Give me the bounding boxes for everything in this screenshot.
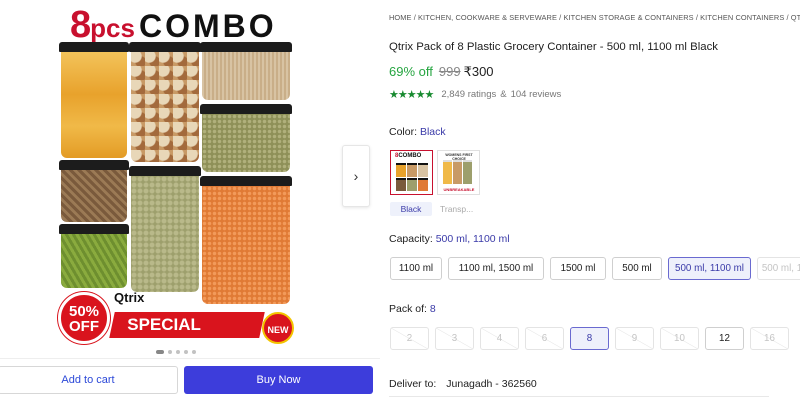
carousel-dot[interactable] <box>168 350 172 354</box>
price-row: 69% off 999 ₹300 <box>389 64 494 80</box>
carousel-dot[interactable] <box>156 350 164 354</box>
color-label-text: Color: <box>389 126 418 138</box>
product-title: Qtrix Pack of 8 Plastic Grocery Containe… <box>389 41 718 53</box>
capacity-label-text: Capacity: <box>389 233 433 245</box>
color-label: Color: Black <box>389 126 446 138</box>
pack-option-unavailable[interactable]: 3 <box>435 327 474 350</box>
color-swatch-black[interactable]: 8COMBO <box>390 150 433 195</box>
brand-label: Qtrix <box>114 290 145 305</box>
pack-option[interactable]: 12 <box>705 327 744 350</box>
pack-option-unavailable[interactable]: 10 <box>660 327 699 350</box>
breadcrumb[interactable]: HOME / KITCHEN, COOKWARE & SERVEWARE / K… <box>389 13 800 22</box>
rating-row: ★★★★★ 2,849 ratings & 104 reviews <box>389 88 561 101</box>
discount-badge: 50% OFF <box>58 292 110 344</box>
pack-label: Pack of: 8 <box>389 303 436 315</box>
combo-pcs: pcs <box>90 13 135 43</box>
combo-text: COMBO <box>138 8 277 44</box>
add-to-cart-button[interactable]: Add to cart <box>0 366 178 394</box>
ratings-separator: & <box>500 89 507 100</box>
reviews-count[interactable]: 104 reviews <box>511 89 562 100</box>
container-jar <box>200 42 292 100</box>
star-rating-icon: ★★★★★ <box>389 89 434 101</box>
discount-off: OFF <box>69 318 99 335</box>
capacity-option[interactable]: 1100 ml, 1500 ml <box>448 257 544 280</box>
product-details: HOME / KITCHEN, COOKWARE & SERVEWARE / K… <box>389 0 800 402</box>
capacity-option-selected[interactable]: 500 ml, 1100 ml <box>668 257 751 280</box>
pack-label-text: Pack of: <box>389 303 427 315</box>
product-image[interactable]: 8pcs COMBO 50% OFF Qtrix SPECIAL OFFER N… <box>0 0 340 352</box>
ratings-count[interactable]: 2,849 ratings <box>441 89 496 100</box>
next-image-button[interactable]: › <box>342 145 370 207</box>
container-jar <box>59 160 129 222</box>
chevron-right-icon: › <box>353 168 359 184</box>
buy-now-button[interactable]: Buy Now <box>184 366 373 394</box>
carousel-dots <box>156 350 196 354</box>
discount-text: 69% off <box>389 64 433 79</box>
carousel-dot[interactable] <box>192 350 196 354</box>
divider <box>0 358 380 359</box>
pack-option-selected[interactable]: 8 <box>570 327 609 350</box>
pack-option-unavailable[interactable]: 16 <box>750 327 789 350</box>
color-swatch-transparent[interactable]: WOMENS FIRST CHOICE UNBREAKABLE <box>437 150 480 195</box>
pack-option-unavailable[interactable]: 9 <box>615 327 654 350</box>
mrp: 999 <box>438 64 461 79</box>
discount-percent: 50% <box>68 303 100 320</box>
carousel-dot[interactable] <box>176 350 180 354</box>
container-jar <box>129 166 201 292</box>
special-offer-ribbon: SPECIAL OFFER <box>109 312 265 352</box>
product-gallery: 8pcs COMBO 50% OFF Qtrix SPECIAL OFFER N… <box>0 0 380 402</box>
pack-selected-value: 8 <box>429 303 436 315</box>
pack-option-unavailable[interactable]: 4 <box>480 327 519 350</box>
delivery-row: Deliver to: Junagadh - 362560 <box>389 378 537 390</box>
capacity-label: Capacity: 500 ml, 1100 ml <box>389 233 510 245</box>
container-jar <box>200 176 292 304</box>
capacity-option-unavailable[interactable]: 500 ml, 1 <box>757 257 800 280</box>
new-badge: NEW <box>262 312 294 344</box>
container-jar <box>59 224 129 288</box>
selling-price: ₹300 <box>463 64 494 79</box>
combo-count: 8 <box>70 4 91 46</box>
capacity-option[interactable]: 1500 ml <box>550 257 606 280</box>
color-selected-value: Black <box>419 126 446 138</box>
divider <box>389 396 769 397</box>
pack-option-unavailable[interactable]: 6 <box>525 327 564 350</box>
swatch-subcaption: UNBREAKABLE <box>443 187 475 192</box>
color-option-transparent-label[interactable]: Transp... <box>440 204 473 214</box>
ribbon-text: SPECIAL OFFER <box>127 315 201 352</box>
container-jar <box>59 42 129 158</box>
container-jar <box>129 42 201 162</box>
color-option-black-label[interactable]: Black <box>390 202 432 216</box>
capacity-option[interactable]: 1100 ml <box>390 257 442 280</box>
container-jar <box>200 104 292 172</box>
pack-option-unavailable[interactable]: 2 <box>390 327 429 350</box>
capacity-selected-value: 500 ml, 1100 ml <box>435 233 510 245</box>
capacity-option[interactable]: 500 ml <box>612 257 662 280</box>
deliver-to-label: Deliver to: <box>389 378 437 390</box>
carousel-dot[interactable] <box>184 350 188 354</box>
combo-banner: 8pcs COMBO <box>70 4 277 47</box>
delivery-location[interactable]: Junagadh - 362560 <box>446 378 537 390</box>
